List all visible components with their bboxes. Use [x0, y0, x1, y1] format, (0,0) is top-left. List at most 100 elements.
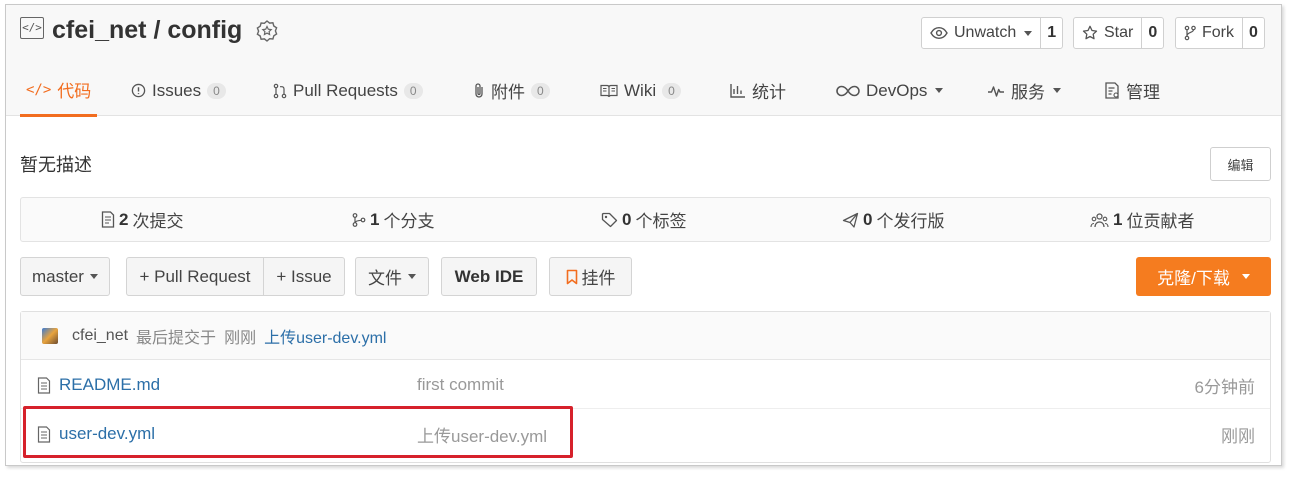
branch-select-label: master	[32, 266, 84, 286]
web-ide-label: Web IDE	[454, 266, 524, 286]
file-commit-time: 6分钟前	[1194, 377, 1255, 397]
repo-name-link[interactable]: config	[167, 16, 242, 44]
tab-devops[interactable]: DevOps	[836, 65, 944, 116]
file-commit-message[interactable]: first commit	[417, 361, 504, 409]
tab-manage[interactable]: 管理	[1104, 65, 1160, 116]
avatar[interactable]	[42, 327, 58, 344]
commit-meta-text: 最后提交于	[136, 329, 217, 347]
pendant-label: 挂件	[581, 269, 616, 288]
tab-services[interactable]: 服务	[987, 65, 1061, 116]
stat-branches-count: 1	[370, 209, 380, 229]
commit-time: 刚刚	[224, 329, 257, 347]
last-commit-bar: cfei_net 最后提交于 刚刚 上传user-dev.yml	[21, 312, 1270, 360]
chevron-down-icon	[89, 274, 98, 279]
file-name: README.md	[59, 375, 161, 394]
tab-code[interactable]: </> 代码	[20, 65, 98, 117]
recommend-badge-icon[interactable]	[255, 19, 279, 43]
eye-icon	[930, 26, 948, 40]
file-name: user-dev.yml	[59, 424, 156, 443]
star-icon	[1082, 25, 1098, 41]
stat-contributors-label: 位贡献者	[1126, 212, 1195, 231]
tab-issues-label: Issues	[152, 80, 202, 100]
tab-code-label: 代码	[57, 82, 92, 101]
commit-doc-icon	[101, 211, 115, 228]
repo-page: </> cfei_net / config Unwatch 1 Star 0 F…	[5, 4, 1282, 466]
unwatch-label: Unwatch	[954, 24, 1017, 41]
fork-count[interactable]: 0	[1242, 18, 1264, 48]
info-circle-icon	[131, 83, 146, 98]
edit-description-button[interactable]: 编辑	[1210, 147, 1271, 181]
commit-message-link[interactable]: 上传user-dev.yml	[264, 324, 386, 348]
chevron-down-icon	[1241, 274, 1250, 279]
repo-tabs: </> 代码 Issues 0 Pull Requests 0 附件 0 Wik…	[6, 65, 1281, 117]
repo-title: cfei_net / config	[52, 16, 242, 45]
tab-attachments-count: 0	[531, 82, 550, 99]
unwatch-button[interactable]: Unwatch 1	[921, 17, 1064, 49]
stat-releases[interactable]: 0 个发行版	[842, 198, 944, 241]
file-commit-message[interactable]: 上传user-dev.yml	[417, 410, 547, 458]
repo-owner-link[interactable]: cfei_net	[52, 16, 146, 44]
pulse-icon	[987, 84, 1005, 98]
stat-commits-label: 次提交	[132, 212, 184, 231]
new-pull-request-button[interactable]: + Pull Request	[126, 257, 264, 296]
tab-wiki-count: 0	[662, 82, 681, 99]
tab-pull-requests-count: 0	[403, 82, 423, 99]
repo-header: </> cfei_net / config Unwatch 1 Star 0 F…	[6, 5, 1281, 117]
tab-statistics[interactable]: 统计	[730, 65, 786, 116]
repo-description: 暂无描述	[20, 155, 92, 175]
tab-manage-label: 管理	[1126, 83, 1160, 102]
chevron-down-icon	[1024, 30, 1033, 36]
stat-contributors[interactable]: 1 位贡献者	[1090, 198, 1194, 241]
fork-label: Fork	[1202, 24, 1234, 41]
branch-select[interactable]: master	[20, 257, 110, 296]
stat-tags[interactable]: 0 个标签	[601, 198, 686, 241]
tab-statistics-label: 统计	[752, 83, 786, 102]
stat-branches[interactable]: 1 个分支	[352, 198, 434, 241]
repo-separator: /	[153, 16, 161, 44]
tag-icon	[601, 212, 618, 228]
file-name-link[interactable]: user-dev.yml	[37, 410, 155, 458]
files-dropdown[interactable]: 文件	[355, 257, 429, 296]
file-icon	[37, 425, 51, 443]
tab-wiki[interactable]: Wiki 0	[600, 65, 681, 116]
star-count[interactable]: 0	[1141, 18, 1163, 48]
web-ide-button[interactable]: Web IDE	[441, 257, 537, 296]
fork-icon	[1184, 25, 1196, 41]
tab-devops-label: DevOps	[866, 80, 928, 100]
file-commit-time: 刚刚	[1221, 426, 1255, 446]
clone-download-button[interactable]: 克隆/下载	[1136, 257, 1271, 296]
book-icon	[600, 84, 618, 98]
tab-issues[interactable]: Issues 0	[131, 65, 226, 116]
watch-count[interactable]: 1	[1040, 18, 1062, 48]
chevron-down-icon	[935, 88, 944, 93]
commit-author[interactable]: cfei_net	[72, 327, 128, 345]
new-issue-button[interactable]: + Issue	[263, 257, 345, 296]
new-issue-label: + Issue	[276, 266, 332, 286]
tab-wiki-label: Wiki	[624, 80, 657, 100]
tab-pull-requests[interactable]: Pull Requests 0	[273, 65, 423, 116]
stat-commits-count: 2	[119, 209, 129, 229]
repo-stats-bar: 2 次提交 1 个分支 0 个标签 0 个发行版 1 位贡献者	[20, 197, 1271, 242]
pull-request-icon	[273, 83, 287, 99]
code-icon: </>	[26, 81, 52, 98]
file-name-link[interactable]: README.md	[37, 361, 160, 409]
stat-tags-label: 个标签	[635, 212, 687, 231]
chevron-down-icon	[1053, 88, 1061, 93]
tab-attachments[interactable]: 附件 0	[473, 65, 550, 116]
star-label: Star	[1104, 24, 1134, 41]
tab-services-label: 服务	[1011, 83, 1045, 102]
branch-icon	[352, 212, 366, 228]
table-row: user-dev.yml 上传user-dev.yml 刚刚	[21, 410, 1270, 458]
stat-releases-count: 0	[863, 209, 873, 229]
stat-contributors-count: 1	[1113, 209, 1123, 229]
infinity-icon	[836, 85, 860, 97]
file-icon	[37, 376, 51, 394]
star-button[interactable]: Star 0	[1073, 17, 1165, 49]
send-icon	[842, 212, 859, 228]
tab-attachments-label: 附件	[491, 83, 525, 102]
stat-commits[interactable]: 2 次提交	[101, 198, 183, 241]
pendant-button[interactable]: 挂件	[549, 257, 632, 296]
fork-button[interactable]: Fork 0	[1175, 17, 1265, 49]
code-repo-icon: </>	[20, 17, 44, 39]
paperclip-icon	[473, 82, 485, 99]
